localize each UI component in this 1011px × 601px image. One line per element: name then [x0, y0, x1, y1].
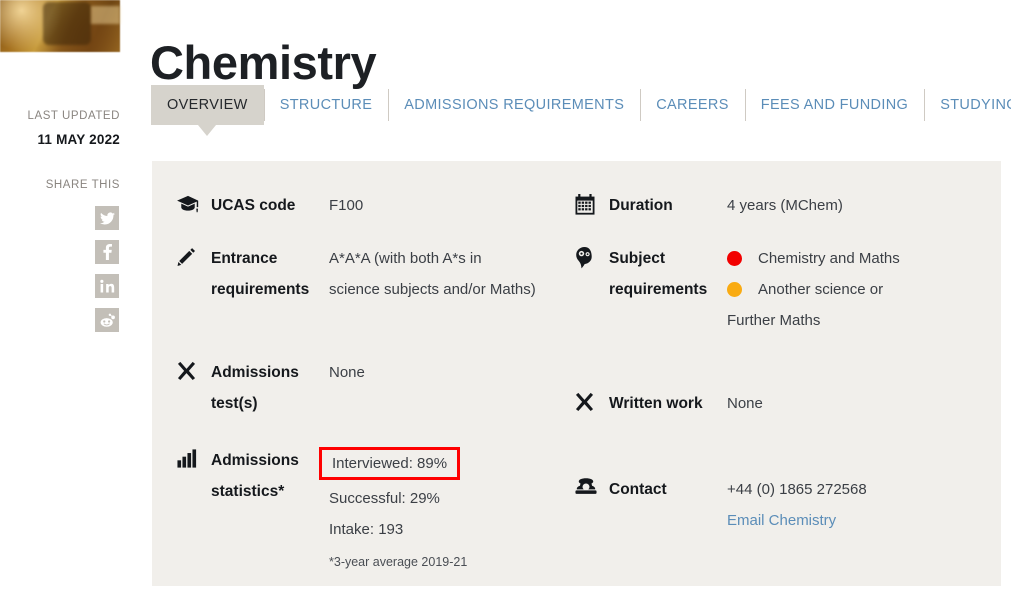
email-chemistry-link[interactable]: Email Chemistry	[727, 505, 867, 536]
row-value-ucas-code: F100	[329, 197, 364, 214]
left-sidebar: LAST UPDATED 11 MAY 2022 SHARE THIS	[0, 0, 130, 601]
row-value-subject-requirements: Chemistry and Maths Another science or F…	[727, 243, 900, 336]
head-thinking-icon	[575, 243, 609, 269]
subject-requirement-continuation: Further Maths	[727, 312, 821, 329]
row-label-subject-requirements: Subject requirements	[609, 250, 708, 298]
subject-requirement-text: Another science or	[758, 281, 884, 298]
intake-stat: Intake: 193	[329, 521, 404, 538]
overview-right-column: Duration 4 years (MChem) Subject require…	[575, 161, 985, 536]
entrance-line-1: A*A*A (with both A*s in	[329, 250, 482, 267]
red-dot-icon	[727, 251, 742, 266]
tab-careers[interactable]: CAREERS	[640, 85, 745, 125]
linkedin-share-icon[interactable]	[95, 274, 119, 298]
bar-chart-icon	[177, 445, 211, 468]
row-label-ucas-code: UCAS code	[211, 197, 296, 214]
subject-requirement-item: Chemistry and Maths	[727, 243, 900, 274]
subject-requirement-item: Another science or	[727, 274, 900, 305]
row-label-admissions-statistics: Admissions statistics*	[211, 452, 299, 500]
row-label-duration: Duration	[609, 197, 673, 214]
contact-phone: +44 (0) 1865 272568	[727, 481, 867, 498]
reddit-share-icon[interactable]	[95, 308, 119, 332]
interviewed-stat-highlighted: Interviewed: 89%	[319, 447, 461, 480]
row-value-written-work: None	[727, 395, 763, 412]
overview-panel: UCAS code F100 Entrance requirements A*A…	[152, 161, 1001, 586]
last-updated-label: LAST UPDATED	[27, 110, 120, 122]
graduation-cap-icon	[177, 190, 211, 214]
successful-stat: Successful: 29%	[329, 490, 440, 507]
row-value-contact: +44 (0) 1865 272568 Email Chemistry	[727, 474, 867, 536]
cross-icon	[575, 388, 609, 412]
tab-studying-at-oxford[interactable]: STUDYING AT OXFORD	[924, 85, 1011, 125]
cross-icon	[177, 357, 211, 381]
subject-requirement-text: Chemistry and Maths	[758, 250, 900, 267]
row-duration: Duration 4 years (MChem)	[575, 190, 985, 221]
row-value-admissions-test: None	[329, 364, 365, 381]
entrance-line-2: science subjects and/or Maths)	[329, 281, 536, 298]
telephone-icon	[575, 474, 609, 495]
row-written-work: Written work None	[575, 388, 985, 419]
course-page: LAST UPDATED 11 MAY 2022 SHARE THIS Chem…	[0, 0, 1011, 601]
row-admissions-statistics: Admissions statistics* Interviewed: 89% …	[177, 445, 577, 575]
row-entrance-requirements: Entrance requirements A*A*A (with both A…	[177, 243, 577, 305]
row-value-entrance-requirements: A*A*A (with both A*s in science subjects…	[329, 243, 536, 305]
tab-structure[interactable]: STRUCTURE	[263, 85, 389, 125]
row-value-admissions-statistics: Interviewed: 89% Successful: 29% Intake:…	[319, 445, 468, 575]
pencil-icon	[177, 243, 211, 267]
row-label-admissions-test: Admissions test(s)	[211, 364, 299, 412]
facebook-share-icon[interactable]	[95, 240, 119, 264]
hero-image-thumbnail	[0, 0, 120, 52]
overview-left-column: UCAS code F100 Entrance requirements A*A…	[177, 161, 577, 575]
row-admissions-test: Admissions test(s) None	[177, 357, 577, 419]
twitter-share-icon[interactable]	[95, 206, 119, 230]
amber-dot-icon	[727, 282, 742, 297]
tab-admissions-requirements[interactable]: ADMISSIONS REQUIREMENTS	[388, 85, 640, 125]
row-label-written-work: Written work	[609, 395, 703, 412]
row-ucas-code: UCAS code F100	[177, 190, 577, 221]
share-buttons	[95, 206, 119, 332]
share-this-label: SHARE THIS	[45, 179, 120, 191]
row-label-contact: Contact	[609, 481, 667, 498]
tab-overview[interactable]: OVERVIEW	[151, 85, 264, 136]
row-contact: Contact +44 (0) 1865 272568 Email Chemis…	[575, 474, 985, 536]
row-subject-requirements: Subject requirements Chemistry and Maths…	[575, 243, 985, 336]
tab-fees-and-funding[interactable]: FEES AND FUNDING	[744, 85, 924, 125]
page-title: Chemistry	[150, 36, 377, 90]
row-label-entrance-requirements: Entrance requirements	[211, 250, 310, 298]
row-value-duration: 4 years (MChem)	[727, 197, 843, 214]
statistics-footnote: *3-year average 2019-21	[329, 555, 468, 569]
last-updated-value: 11 MAY 2022	[37, 132, 120, 147]
calendar-icon	[575, 190, 609, 215]
course-tabs: OVERVIEW STRUCTURE ADMISSIONS REQUIREMEN…	[151, 85, 1011, 136]
